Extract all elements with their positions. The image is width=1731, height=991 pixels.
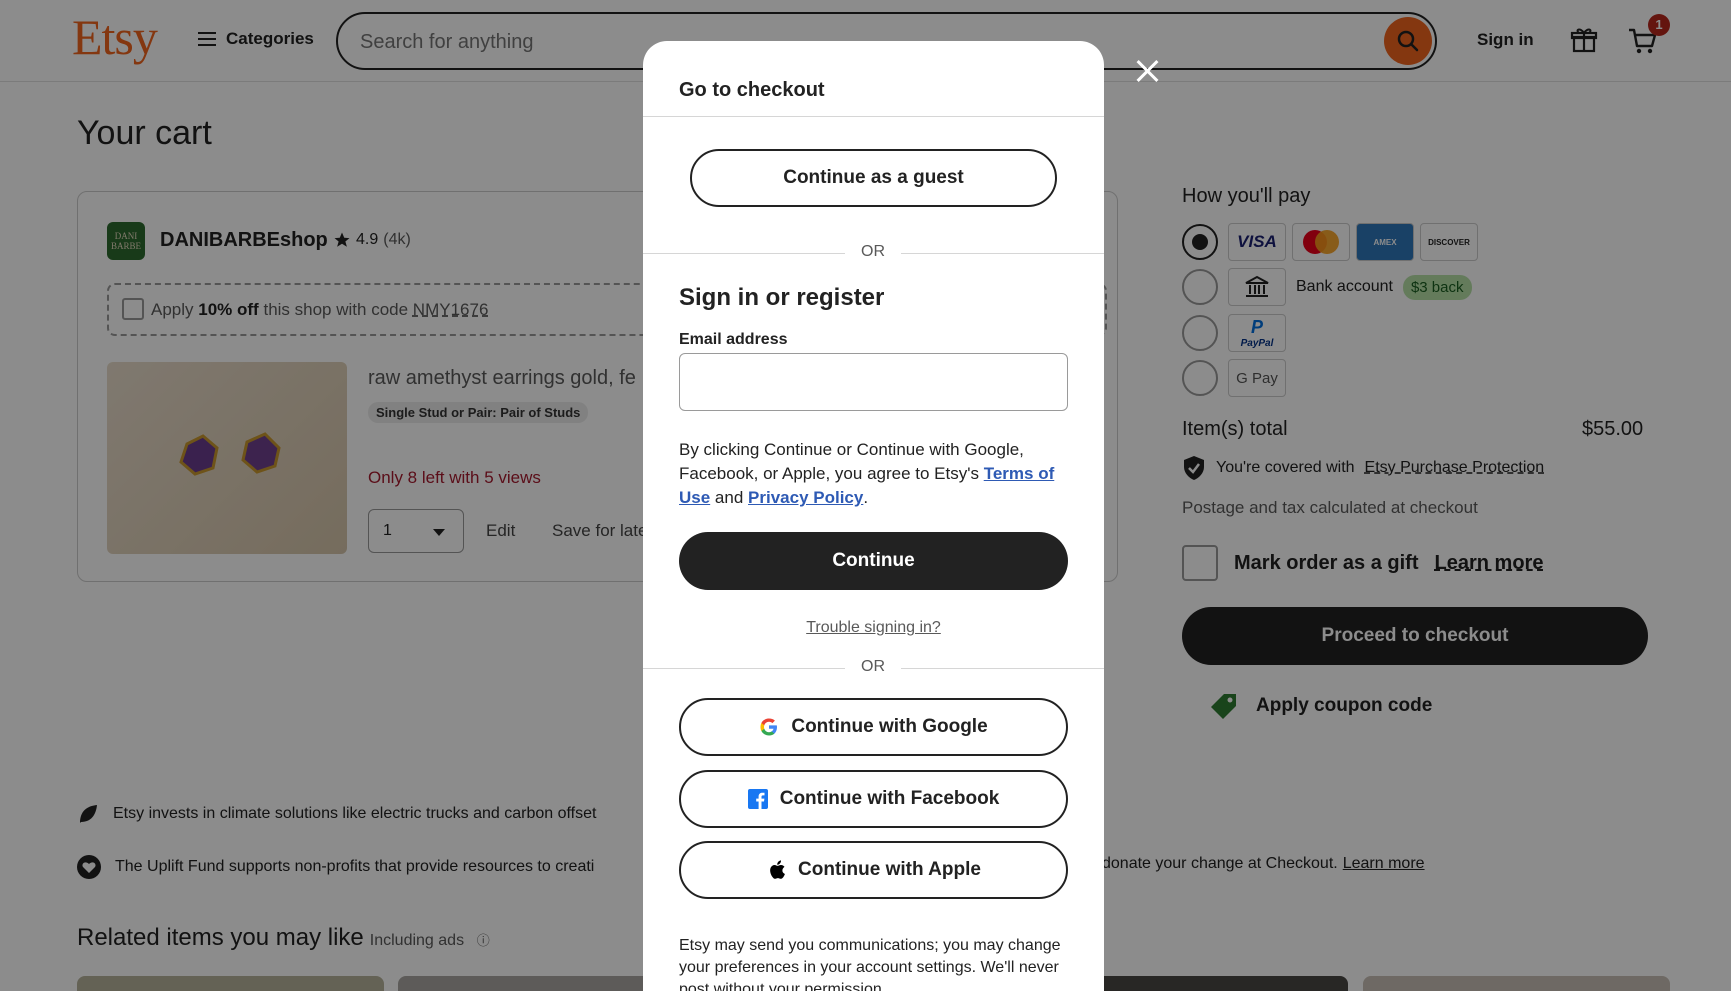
continue-with-apple-button[interactable]: Continue with Apple — [679, 841, 1068, 899]
facebook-label: Continue with Facebook — [779, 788, 1000, 809]
google-icon — [760, 718, 778, 736]
trouble-signing-in-link[interactable]: Trouble signing in? — [643, 619, 1104, 637]
continue-with-google-button[interactable]: Continue with Google — [679, 698, 1068, 756]
email-label: Email address — [679, 331, 788, 348]
communications-note: Etsy may send you communications; you ma… — [679, 937, 1061, 991]
or-separator: OR — [845, 658, 901, 676]
signin-register-title: Sign in or register — [679, 284, 885, 311]
apple-icon — [770, 860, 785, 879]
facebook-icon — [747, 789, 768, 809]
checkout-modal: Go to checkout Continue as a guest OR Si… — [643, 41, 1104, 991]
continue-with-facebook-button[interactable]: Continue with Facebook — [679, 770, 1068, 828]
legal-body: By clicking Continue or Continue with Go… — [679, 440, 1024, 483]
legal-and: and — [714, 488, 744, 507]
continue-button[interactable]: Continue — [679, 532, 1068, 590]
apple-label: Continue with Apple — [798, 859, 981, 880]
close-icon[interactable] — [1133, 57, 1163, 87]
or-separator: OR — [845, 243, 901, 261]
modal-title: Go to checkout — [679, 79, 825, 101]
legal-text: By clicking Continue or Continue with Go… — [679, 440, 1055, 507]
google-label: Continue with Google — [791, 716, 988, 737]
divider — [643, 116, 1104, 117]
email-field[interactable] — [679, 353, 1068, 411]
continue-as-guest-button[interactable]: Continue as a guest — [690, 149, 1057, 207]
privacy-policy-link[interactable]: Privacy Policy — [748, 488, 863, 507]
